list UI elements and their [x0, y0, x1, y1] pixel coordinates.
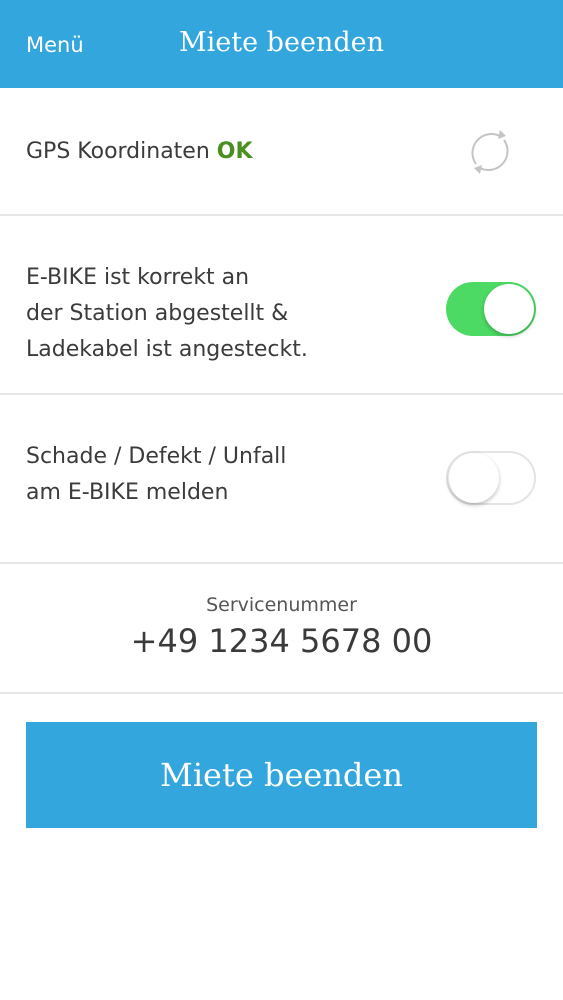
- end-rental-button[interactable]: Miete beenden: [26, 722, 537, 828]
- ebike-parked-label: E-BIKE ist korrekt an der Station abgest…: [26, 260, 308, 368]
- service-label: Servicenummer: [206, 594, 357, 616]
- service-row: Servicenummer +49 1234 5678 00: [0, 564, 563, 694]
- toggle-knob: [449, 453, 499, 503]
- ebike-line-3: Ladekabel ist angesteckt.: [26, 337, 308, 362]
- refresh-icon[interactable]: [462, 124, 518, 180]
- ebike-line-1: E-BIKE ist korrekt an: [26, 265, 250, 290]
- damage-report-label: Schade / Defekt / Unfall am E-BIKE melde…: [26, 439, 286, 511]
- app-header: Menü Miete beenden: [0, 0, 563, 88]
- ebike-line-2: der Station abgestellt &: [26, 301, 289, 326]
- damage-report-toggle[interactable]: [446, 451, 536, 505]
- gps-ok-badge: OK: [216, 139, 253, 164]
- ebike-parked-row: E-BIKE ist korrekt an der Station abgest…: [0, 216, 563, 395]
- gps-status-text: GPS Koordinaten OK: [26, 134, 253, 170]
- gps-label: GPS Koordinaten: [26, 139, 210, 164]
- gps-row: GPS Koordinaten OK: [0, 88, 563, 216]
- page-title: Miete beenden: [179, 27, 384, 58]
- ebike-parked-toggle[interactable]: [446, 282, 536, 336]
- damage-report-row: Schade / Defekt / Unfall am E-BIKE melde…: [0, 395, 563, 564]
- damage-line-2: am E-BIKE melden: [26, 480, 229, 505]
- service-phone-number[interactable]: +49 1234 5678 00: [0, 622, 563, 660]
- toggle-knob: [484, 284, 534, 334]
- damage-line-1: Schade / Defekt / Unfall: [26, 444, 287, 469]
